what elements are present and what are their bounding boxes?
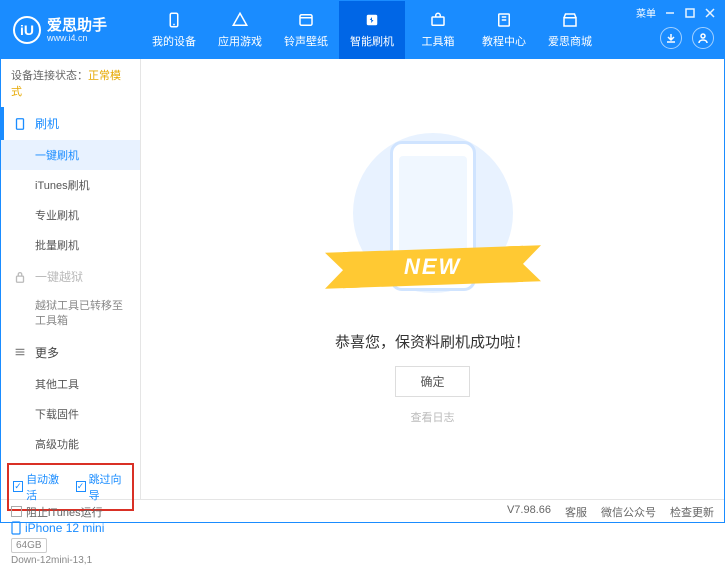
success-illustration: NEW — [333, 133, 533, 313]
close-icon[interactable] — [704, 7, 716, 19]
sidebar-section-more[interactable]: 更多 — [1, 336, 140, 369]
conn-label: 设备连接状态： — [11, 70, 88, 82]
lock-icon — [13, 270, 27, 284]
app-url: www.i4.cn — [47, 33, 107, 43]
ribbon-text: NEW — [404, 254, 461, 280]
nav-label: 教程中心 — [482, 33, 526, 49]
storage-badge: 64GB — [11, 538, 47, 553]
block-itunes-checkbox[interactable] — [11, 506, 22, 517]
sidebar-item-itunes-flash[interactable]: iTunes刷机 — [1, 170, 140, 200]
download-icon — [665, 32, 677, 44]
checkbox-label: 自动激活 — [26, 471, 65, 503]
menu-link[interactable]: 菜单 — [636, 5, 656, 20]
book-icon — [494, 11, 514, 29]
jailbreak-note: 越狱工具已转移至工具箱 — [1, 293, 140, 336]
nav-label: 应用游戏 — [218, 33, 262, 49]
version-label: V7.98.66 — [507, 504, 551, 520]
nav-toolbox[interactable]: 工具箱 — [405, 1, 471, 59]
checkbox-label: 跳过向导 — [89, 471, 128, 503]
view-log-link[interactable]: 查看日志 — [411, 409, 455, 425]
nav-label: 爱思商城 — [548, 33, 592, 49]
minimize-icon[interactable] — [664, 7, 676, 19]
checkbox-skip-guide[interactable]: ✓ 跳过向导 — [76, 471, 129, 503]
section-title: 刷机 — [35, 115, 59, 132]
footer-link-support[interactable]: 客服 — [565, 504, 587, 520]
ok-button[interactable]: 确定 — [395, 366, 469, 397]
nav-label: 工具箱 — [422, 33, 455, 49]
checkbox-icon: ✓ — [76, 481, 86, 492]
flash-icon — [362, 11, 382, 29]
footer-link-update[interactable]: 检查更新 — [670, 504, 714, 520]
sidebar-section-flash[interactable]: 刷机 — [1, 107, 140, 140]
nav-ringtones[interactable]: 铃声壁纸 — [273, 1, 339, 59]
checkbox-icon: ✓ — [13, 481, 23, 492]
device-detail: Down-12mini-13,1 — [11, 555, 130, 566]
sidebar: 设备连接状态：正常模式 刷机 一键刷机 iTunes刷机 专业刷机 批量刷机 一… — [1, 59, 141, 499]
main-nav: 我的设备 应用游戏 铃声壁纸 智能刷机 工具箱 教程中心 爱思商城 — [141, 1, 603, 59]
toolbox-icon — [428, 11, 448, 29]
sidebar-item-batch-flash[interactable]: 批量刷机 — [1, 230, 140, 260]
app-name: 爱思助手 — [47, 18, 107, 33]
apps-icon — [230, 11, 250, 29]
download-button[interactable] — [660, 27, 682, 49]
nav-apps[interactable]: 应用游戏 — [207, 1, 273, 59]
logo-area: iU 爱思助手 www.i4.cn — [1, 16, 141, 44]
nav-store[interactable]: 爱思商城 — [537, 1, 603, 59]
sidebar-section-jailbreak[interactable]: 一键越狱 — [1, 260, 140, 293]
footer-link-wechat[interactable]: 微信公众号 — [601, 504, 656, 520]
nav-label: 铃声壁纸 — [284, 33, 328, 49]
user-icon — [697, 32, 709, 44]
nav-tutorials[interactable]: 教程中心 — [471, 1, 537, 59]
nav-smart-flash[interactable]: 智能刷机 — [339, 1, 405, 59]
window-controls: 菜单 — [636, 5, 716, 20]
app-header: iU 爱思助手 www.i4.cn 我的设备 应用游戏 铃声壁纸 智能刷机 工具… — [1, 1, 724, 59]
device-info[interactable]: iPhone 12 mini 64GB Down-12mini-13,1 — [1, 515, 140, 572]
logo-icon: iU — [13, 16, 41, 44]
sidebar-item-pro-flash[interactable]: 专业刷机 — [1, 200, 140, 230]
main-content: NEW 恭喜您，保资料刷机成功啦！ 确定 查看日志 — [141, 59, 724, 499]
checkbox-auto-activate[interactable]: ✓ 自动激活 — [13, 471, 66, 503]
new-ribbon: NEW — [343, 246, 523, 288]
flash-section-icon — [13, 117, 27, 131]
store-icon — [560, 11, 580, 29]
wallpaper-icon — [296, 11, 316, 29]
user-button[interactable] — [692, 27, 714, 49]
nav-label: 我的设备 — [152, 33, 196, 49]
nav-my-device[interactable]: 我的设备 — [141, 1, 207, 59]
block-itunes-label: 阻止iTunes运行 — [26, 504, 103, 520]
sidebar-item-download-firmware[interactable]: 下载固件 — [1, 399, 140, 429]
sidebar-item-onekey-flash[interactable]: 一键刷机 — [1, 140, 140, 170]
success-message: 恭喜您，保资料刷机成功啦！ — [335, 331, 530, 352]
connection-status: 设备连接状态：正常模式 — [1, 59, 140, 107]
phone-icon — [164, 11, 184, 29]
section-title: 一键越狱 — [35, 268, 83, 285]
nav-label: 智能刷机 — [350, 33, 394, 49]
sidebar-item-other-tools[interactable]: 其他工具 — [1, 369, 140, 399]
sidebar-item-advanced[interactable]: 高级功能 — [1, 429, 140, 459]
more-icon — [13, 345, 27, 359]
section-title: 更多 — [35, 344, 59, 361]
maximize-icon[interactable] — [684, 7, 696, 19]
